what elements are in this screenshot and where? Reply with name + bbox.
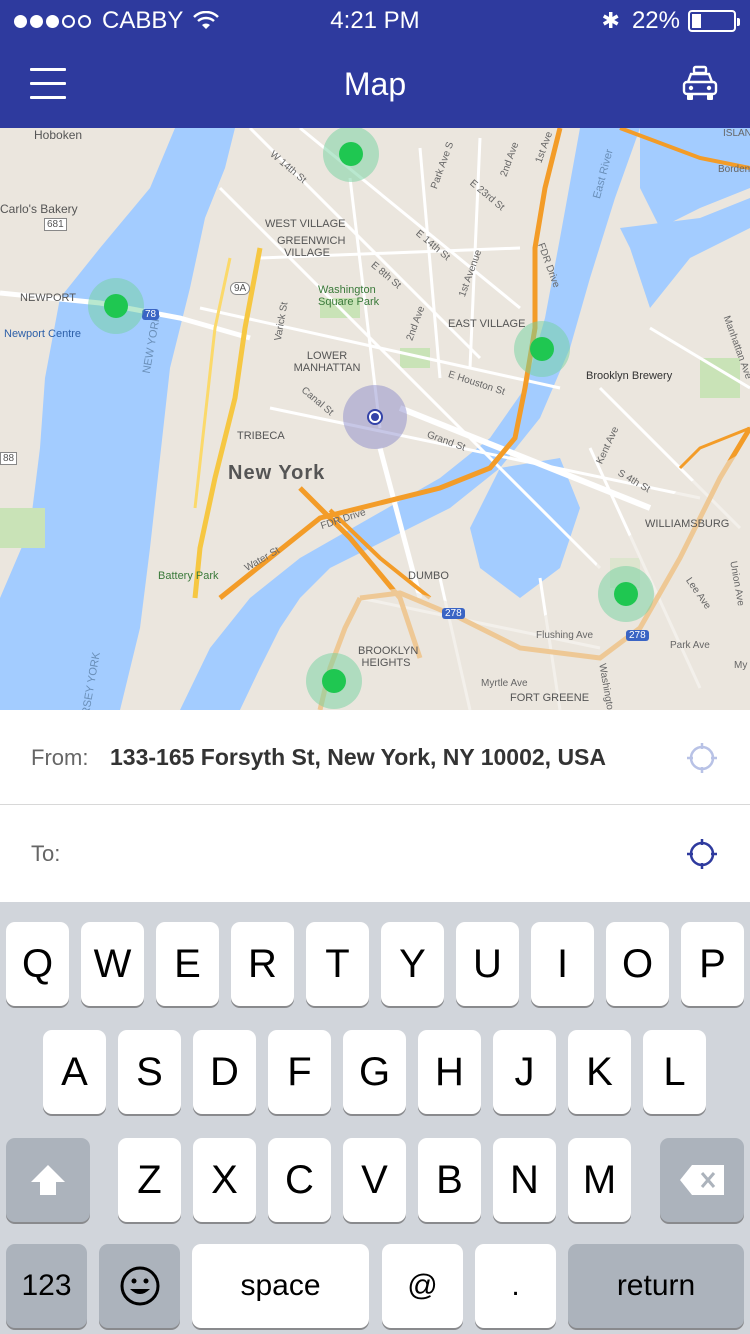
map-label: BROOKLYN HEIGHTS	[358, 645, 419, 669]
key[interactable]: P	[681, 922, 744, 1006]
from-address[interactable]: 133-165 Forsyth St, New York, NY 10002, …	[110, 744, 650, 771]
map-label: EAST VILLAGE	[448, 318, 526, 330]
route-shield: 278	[626, 630, 649, 641]
map-label: Borden	[718, 164, 750, 175]
map-label: NEWPORT	[20, 292, 77, 304]
route-shield: 78	[142, 309, 160, 320]
map-label-new-york: New York	[228, 462, 326, 484]
crosshair-location-icon[interactable]	[686, 742, 718, 774]
dot-key[interactable]: .	[475, 1244, 556, 1328]
return-key[interactable]: return	[568, 1244, 744, 1328]
status-bar: CABBY 4:21 PM ✱ 22%	[0, 0, 750, 40]
key[interactable]: W	[81, 922, 144, 1006]
map-label: Flushing Ave	[536, 630, 594, 641]
key[interactable]: D	[193, 1030, 256, 1114]
map-label: Brooklyn Brewery	[586, 370, 673, 382]
key[interactable]: L	[643, 1030, 706, 1114]
route-shield: 278	[442, 608, 465, 619]
emoji-face-icon	[120, 1266, 159, 1306]
to-label: To:	[31, 841, 61, 866]
status-right: ✱ 22%	[601, 7, 740, 35]
key[interactable]: E	[156, 922, 219, 1006]
key[interactable]: K	[568, 1030, 631, 1114]
from-row[interactable]: From: 133-165 Forsyth St, New York, NY 1…	[0, 710, 750, 805]
key[interactable]: O	[606, 922, 669, 1006]
map-label: Washington Square Park	[318, 284, 380, 308]
map-label: Park Ave	[670, 640, 710, 651]
map-label: FORT GREENE	[510, 692, 590, 704]
battery-percent: 22%	[631, 7, 680, 34]
shift-arrow-icon	[31, 1165, 65, 1195]
key[interactable]: N	[493, 1138, 556, 1222]
taxi-marker[interactable]	[88, 278, 144, 334]
key[interactable]: Y	[381, 922, 444, 1006]
key[interactable]: Z	[118, 1138, 181, 1222]
map-label: WILLIAMSBURG	[645, 518, 730, 530]
space-key[interactable]: space	[192, 1244, 369, 1328]
map-label: Newport Centre	[4, 328, 82, 340]
route-shield: 88	[0, 452, 18, 465]
numbers-key[interactable]: 123	[6, 1244, 87, 1328]
bluetooth-icon: ✱	[601, 8, 620, 33]
at-key[interactable]: @	[382, 1244, 463, 1328]
battery-icon	[688, 10, 740, 32]
from-label: From:	[31, 745, 89, 770]
map-label: DUMBO	[408, 570, 449, 582]
shift-key[interactable]	[6, 1138, 90, 1222]
key[interactable]: Q	[6, 922, 69, 1006]
to-input[interactable]	[110, 840, 650, 867]
key[interactable]: U	[456, 922, 519, 1006]
map-label: Carlo's Bakery	[0, 202, 78, 216]
key[interactable]: C	[268, 1138, 331, 1222]
map-label: LOWER MANHATTAN	[293, 350, 361, 374]
map-label: GREENWICH VILLAGE	[277, 235, 346, 259]
key[interactable]: X	[193, 1138, 256, 1222]
key[interactable]: I	[531, 922, 594, 1006]
nav-bar: Map	[0, 40, 750, 128]
key[interactable]: A	[43, 1030, 106, 1114]
map-label: WEST VILLAGE	[265, 218, 346, 230]
route-shield: 9A	[230, 282, 251, 295]
map-label: Hoboken	[34, 128, 83, 142]
key[interactable]: R	[231, 922, 294, 1006]
map-label: My	[734, 660, 748, 671]
key[interactable]: J	[493, 1030, 556, 1114]
route-shield: 681	[44, 218, 67, 231]
map-label: ISLAN	[723, 128, 750, 139]
current-location-marker	[343, 385, 407, 449]
backspace-icon	[680, 1165, 724, 1195]
emoji-key[interactable]	[99, 1244, 180, 1328]
map-label: Battery Park	[158, 570, 219, 582]
key[interactable]: S	[118, 1030, 181, 1114]
keyboard: Q W E R T Y U I O P A S D F G H J K L Z …	[0, 902, 750, 1334]
key[interactable]: B	[418, 1138, 481, 1222]
taxi-marker[interactable]	[514, 321, 570, 377]
key[interactable]: H	[418, 1030, 481, 1114]
crosshair-location-icon[interactable]	[686, 838, 718, 870]
taxi-marker[interactable]	[306, 653, 362, 709]
delete-key[interactable]	[660, 1138, 744, 1222]
page-title: Map	[343, 66, 407, 102]
key[interactable]: T	[306, 922, 369, 1006]
key[interactable]: F	[268, 1030, 331, 1114]
key[interactable]: M	[568, 1138, 631, 1222]
map-view[interactable]: Hoboken Carlo's Bakery 681 NEWPORT Newpo…	[0, 128, 750, 710]
map-label: TRIBECA	[237, 430, 285, 442]
taxi-marker[interactable]	[323, 128, 379, 182]
key[interactable]: V	[343, 1138, 406, 1222]
app-header: CABBY 4:21 PM ✱ 22% Map	[0, 0, 750, 128]
to-row[interactable]: To:	[0, 806, 750, 901]
taxi-marker[interactable]	[598, 566, 654, 622]
key[interactable]: G	[343, 1030, 406, 1114]
taxi-icon[interactable]	[680, 64, 720, 104]
map-label: Myrtle Ave	[481, 678, 528, 689]
